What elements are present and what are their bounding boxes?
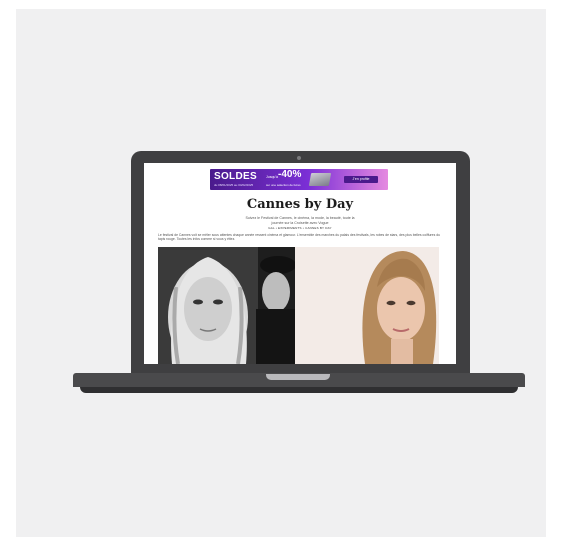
photo-black-and-white[interactable] bbox=[158, 247, 295, 364]
laptop-base-bottom bbox=[80, 387, 518, 393]
ad-cta-button[interactable]: J'en profite bbox=[344, 176, 378, 183]
photo-color-portrait[interactable] bbox=[295, 247, 439, 364]
webcam-icon bbox=[297, 156, 301, 160]
ad-upto: Jusqu'à bbox=[266, 175, 278, 179]
ad-discount: -40% bbox=[278, 169, 302, 180]
ad-headline: SOLDES bbox=[214, 171, 257, 182]
ad-selection: sur une sélection de livres bbox=[266, 183, 301, 187]
laptop-notch bbox=[266, 374, 330, 380]
banner-ad[interactable]: SOLDES du 08/01/2025 au 04/02/2025 Jusqu… bbox=[210, 169, 388, 190]
page-title: Cannes by Day bbox=[246, 197, 354, 212]
article-body: Le festival de Cannes voit se mêler sous… bbox=[158, 233, 440, 242]
article-intro: Suivez le Festival de Cannes, le cinéma,… bbox=[245, 216, 355, 225]
ad-product-image bbox=[308, 173, 332, 186]
article-byline[interactable]: GAL • EXPERIMENTS • CANNES BY DAY bbox=[144, 226, 456, 230]
ad-dates: du 08/01/2025 au 04/02/2025 bbox=[214, 183, 254, 187]
laptop-screen: SOLDES du 08/01/2025 au 04/02/2025 Jusqu… bbox=[144, 163, 456, 364]
